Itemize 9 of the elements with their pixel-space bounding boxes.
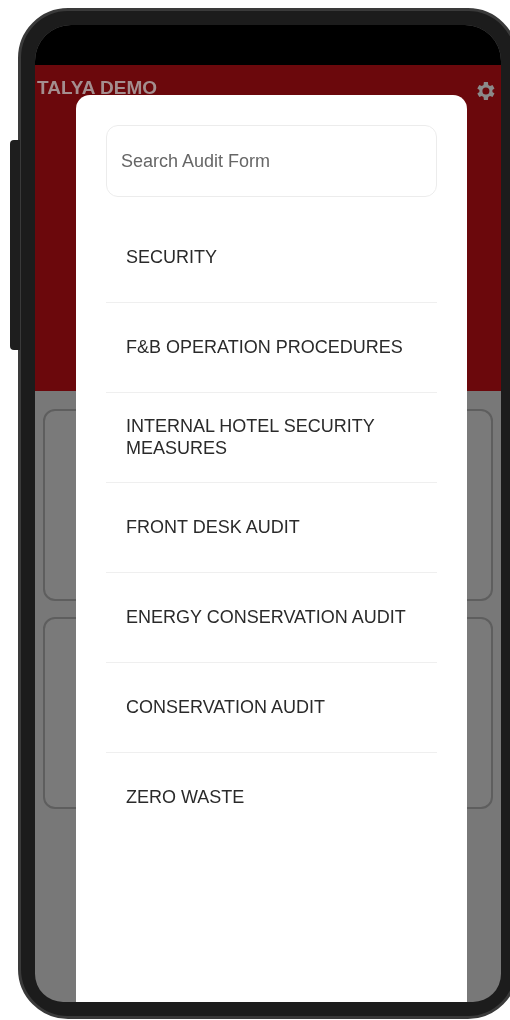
list-item[interactable]: ZERO WASTE xyxy=(106,753,437,843)
list-item[interactable]: INTERNAL HOTEL SECURITY MEASURES xyxy=(106,393,437,483)
list-item[interactable]: ENERGY CONSERVATION AUDIT xyxy=(106,573,437,663)
list-item[interactable]: SECURITY xyxy=(106,213,437,303)
app-title: TALYA DEMO xyxy=(37,77,157,99)
list-item[interactable]: FRONT DESK AUDIT xyxy=(106,483,437,573)
list-item[interactable]: F&B OPERATION PROCEDURES xyxy=(106,303,437,393)
list-item[interactable]: CONSERVATION AUDIT xyxy=(106,663,437,753)
search-field[interactable]: Search Audit Form xyxy=(106,125,437,197)
